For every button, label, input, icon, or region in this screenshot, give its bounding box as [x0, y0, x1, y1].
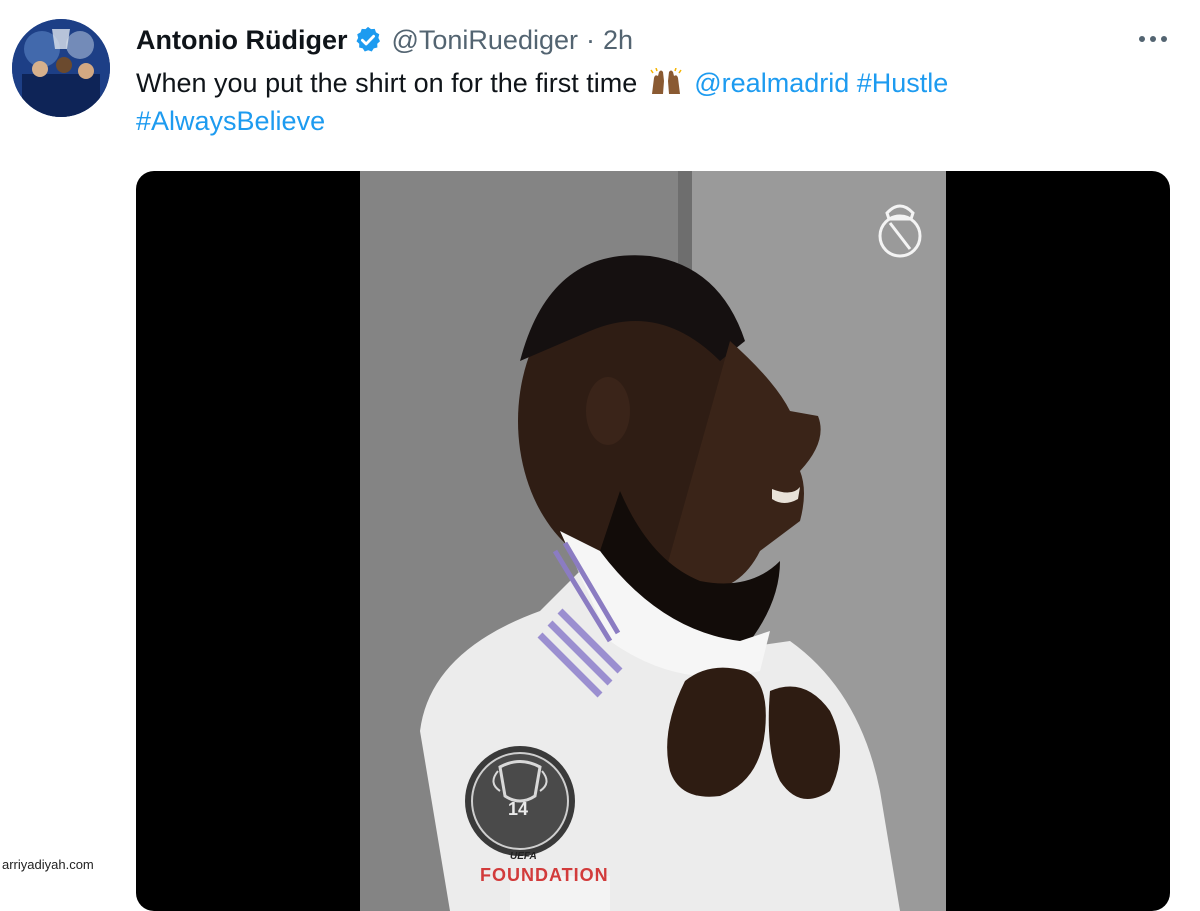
raising-hands-emoji-icon	[649, 67, 683, 96]
patch-number: 14	[508, 799, 529, 819]
video-frame: 14 UEFA FOUNDATION	[360, 171, 946, 911]
tweet-text-body: When you put the shirt on for the first …	[136, 68, 638, 98]
author-handle[interactable]: @ToniRuediger	[391, 25, 578, 56]
hashtag-link-hustle[interactable]: #Hustle	[857, 68, 949, 98]
avatar[interactable]	[12, 19, 110, 117]
patch-brand: FOUNDATION	[480, 865, 609, 885]
author-name[interactable]: Antonio Rüdiger	[136, 25, 347, 56]
verified-badge-icon	[353, 25, 383, 55]
source-watermark: arriyadiyah.com	[2, 857, 94, 872]
tweet-text: When you put the shirt on for the first …	[136, 64, 1146, 140]
tweet-header: Antonio Rüdiger @ToniRuediger · 2h	[136, 20, 633, 60]
hashtag-link-alwaysbelieve[interactable]: #AlwaysBelieve	[136, 106, 325, 136]
separator-dot: ·	[585, 24, 595, 55]
mention-link[interactable]: @realmadrid	[694, 68, 849, 98]
patch-brand-top: UEFA	[510, 851, 537, 862]
tweet[interactable]: Antonio Rüdiger @ToniRuediger · 2h When …	[0, 0, 1200, 911]
tweet-media-video[interactable]: 14 UEFA FOUNDATION	[136, 171, 1170, 911]
tweet-timestamp[interactable]: 2h	[603, 25, 633, 56]
more-options-icon[interactable]	[1132, 22, 1174, 56]
